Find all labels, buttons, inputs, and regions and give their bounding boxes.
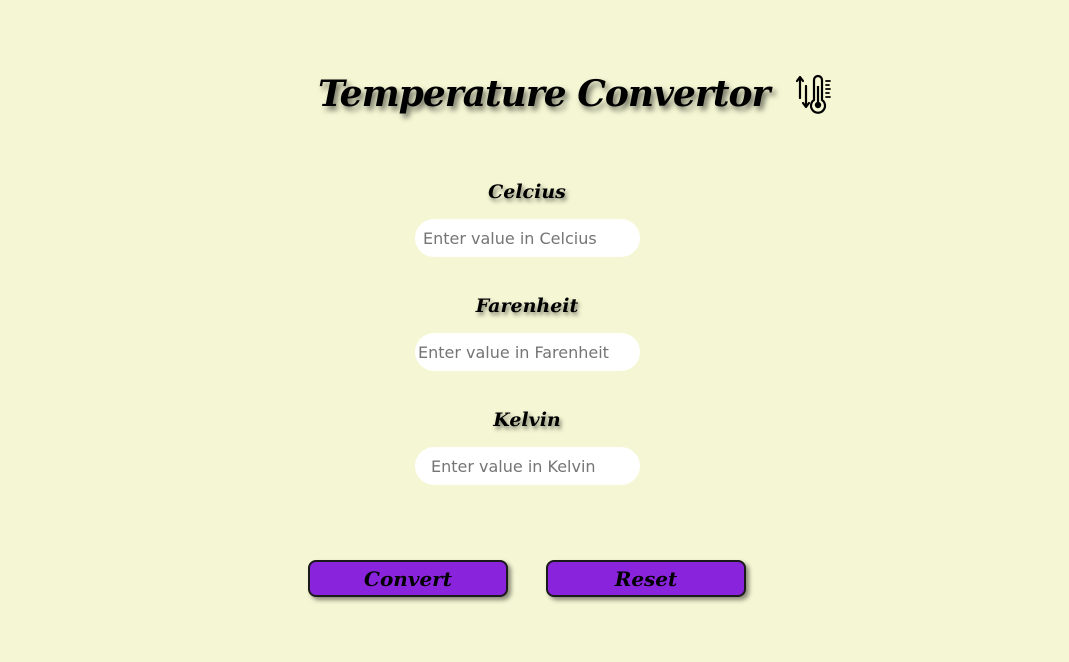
farenheit-label: Farenheit [475, 295, 579, 317]
celcius-label: Celcius [488, 181, 566, 203]
farenheit-input[interactable] [415, 333, 640, 371]
header: Temperature Convertor [318, 66, 835, 122]
convert-button[interactable]: Convert [308, 560, 508, 597]
thermometer-icon [795, 72, 835, 116]
kelvin-label: Kelvin [493, 409, 561, 431]
kelvin-input[interactable] [415, 447, 640, 485]
celcius-input[interactable] [415, 219, 640, 257]
page-title: Temperature Convertor [318, 73, 770, 115]
reset-button[interactable]: Reset [546, 560, 746, 597]
